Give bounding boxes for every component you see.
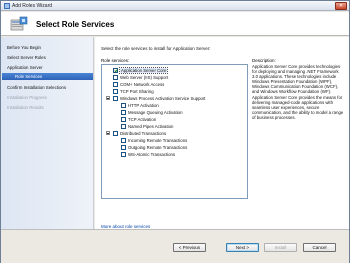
tree-item-label: Distributed Transactions [120, 130, 167, 136]
main-panel: Select the role services to install for … [95, 37, 349, 229]
description-label: Description: [252, 58, 276, 63]
checkbox-outgoing-remote-transactions[interactable] [121, 145, 126, 150]
title-bar: Add Roles Wizard ✕ [1, 1, 349, 11]
wizard-icon [4, 3, 10, 9]
install-button: Install [264, 243, 297, 252]
wizard-footer: < Previous Next > Install Cancel [1, 229, 349, 263]
step-role-services[interactable]: Role Services [2, 73, 93, 80]
checkbox-was-support[interactable] [113, 96, 118, 101]
tree-item-label: Outgoing Remote Transactions [128, 144, 188, 150]
checkbox-tcp-activation[interactable] [121, 117, 126, 122]
window-title: Add Roles Wizard [12, 3, 53, 9]
checkbox-incoming-remote-transactions[interactable] [121, 138, 126, 143]
step-installation-progress: Installation Progress [7, 95, 47, 100]
checkbox-named-pipes-activation[interactable] [121, 124, 126, 129]
previous-button[interactable]: < Previous [173, 243, 206, 252]
tree-item-label: Message Queuing Activation [128, 109, 183, 115]
checkbox-ws-atomic-transactions[interactable] [121, 152, 126, 157]
description-text: Application Server Core provides technol… [252, 64, 344, 120]
role-services-label: Role services: [101, 58, 130, 63]
step-confirm-installation[interactable]: Confirm Installation Selections [7, 85, 66, 90]
tree-item-label: WS-Atomic Transactions [128, 151, 176, 157]
close-button[interactable]: ✕ [335, 2, 347, 10]
collapse-icon[interactable] [106, 131, 110, 135]
step-application-server[interactable]: Application Server [7, 65, 43, 70]
step-select-server-roles[interactable]: Select Server Roles [7, 55, 46, 60]
wizard-steps-sidebar: Before You Begin Select Server Roles App… [1, 37, 94, 229]
tree-item-label: COM+ Network Access [120, 81, 165, 87]
checkbox-com-network-access[interactable] [113, 82, 118, 87]
cancel-button[interactable]: Cancel [303, 243, 336, 252]
tree-item-label: Application Server Core [118, 66, 169, 74]
wizard-window: Add Roles Wizard ✕ Select Role Services … [0, 0, 350, 263]
tree-item-label: HTTP Activation [128, 102, 159, 108]
tree-item-label: Named Pipes Activation [128, 123, 174, 129]
checkbox-tcp-port-sharing[interactable] [113, 89, 118, 94]
checkbox-http-activation[interactable] [121, 103, 126, 108]
step-installation-results: Installation Results [7, 105, 44, 110]
checkbox-message-queuing-activation[interactable] [121, 110, 126, 115]
checkbox-application-server-core[interactable] [113, 68, 118, 73]
step-before-you-begin[interactable]: Before You Begin [7, 45, 41, 50]
role-services-tree[interactable]: Application Server Core Web Server (IIS)… [101, 64, 248, 199]
tree-item-label: Windows Process Activation Service Suppo… [120, 95, 206, 101]
tree-item-label: TCP Activation [128, 116, 157, 122]
checkbox-web-server-support[interactable] [113, 75, 118, 80]
tree-item-label: Web Server (IIS) Support [120, 74, 169, 80]
tree-item-label: TCP Port Sharing [120, 88, 154, 94]
checkbox-distributed-transactions[interactable] [113, 131, 118, 136]
tree-item-label: Incoming Remote Transactions [128, 137, 188, 143]
role-services-icon [10, 16, 28, 31]
next-button[interactable]: Next > [226, 243, 259, 252]
instruction-text: Select the role services to install for … [101, 46, 211, 51]
page-title: Select Role Services [36, 20, 115, 29]
collapse-icon[interactable] [106, 96, 110, 100]
wizard-header: Select Role Services [1, 12, 349, 36]
